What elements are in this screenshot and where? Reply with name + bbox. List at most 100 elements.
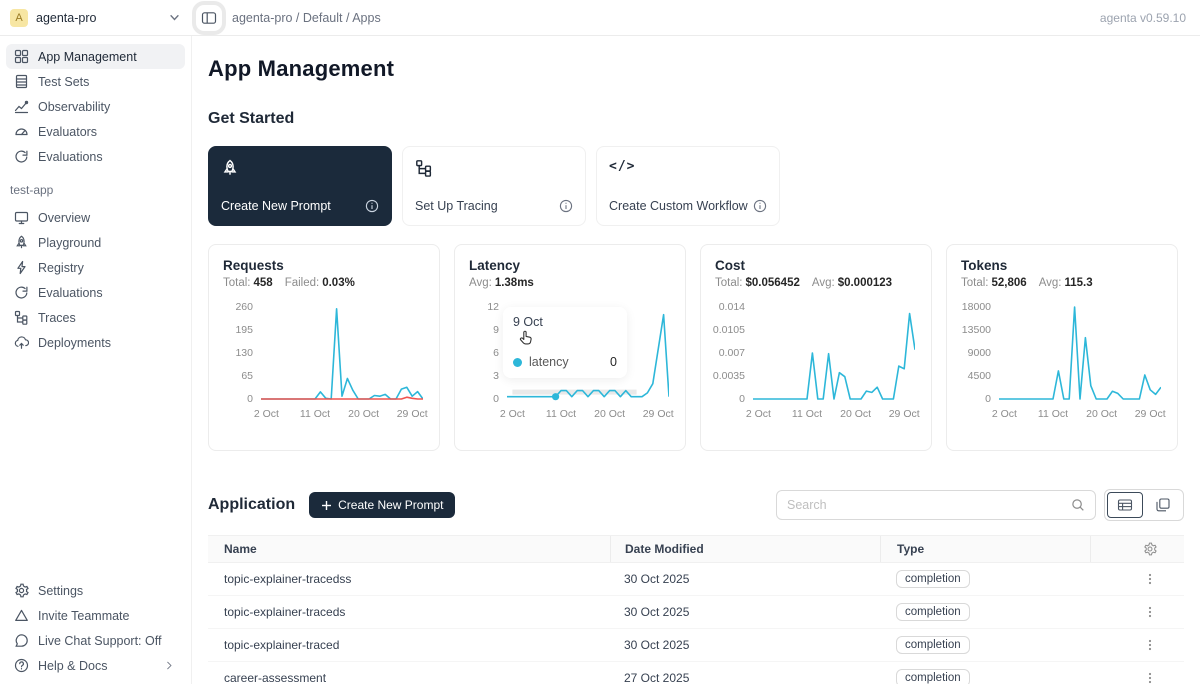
tree-icon [14, 310, 29, 325]
table-view-icon [1117, 497, 1133, 513]
sidebar: App ManagementTest SetsObservabilityEval… [0, 36, 192, 684]
chart-title: Latency [469, 258, 671, 273]
help-icon [14, 658, 29, 673]
sidebar-bottom-item-settings[interactable]: Settings [6, 578, 185, 603]
table-view-button[interactable] [1107, 492, 1143, 518]
chevron-right-icon [162, 658, 177, 673]
sidebar-item-evaluators[interactable]: Evaluators [6, 119, 185, 144]
sidebar-item-evaluations[interactable]: Evaluations [6, 144, 185, 169]
sidebar-app-item-traces[interactable]: Traces [6, 305, 185, 330]
testsets-icon [14, 74, 29, 89]
table-body: topic-explainer-tracedss30 Oct 2025compl… [208, 563, 1184, 684]
card-view-button[interactable] [1145, 492, 1181, 518]
sidebar-app-item-deployments[interactable]: Deployments [6, 330, 185, 355]
sidebar-bottom-item-help-docs[interactable]: Help & Docs [6, 653, 185, 678]
code-icon: </> [609, 159, 767, 174]
evals-icon [14, 149, 29, 164]
rocket-icon [221, 159, 239, 177]
sidebar-item-label: App Management [38, 50, 137, 64]
chart-stats: Avg:1.38ms [469, 277, 671, 289]
chart-title: Tokens [961, 258, 1163, 273]
sidebar-item-label: Invite Teammate [38, 609, 129, 623]
cell-name: topic-explainer-traceds [208, 605, 610, 619]
chart-plot-area[interactable] [753, 301, 915, 405]
get-started-card-create-new-prompt[interactable]: Create New Prompt [208, 146, 392, 226]
type-badge: completion [896, 603, 970, 621]
sidebar-item-test-sets[interactable]: Test Sets [6, 69, 185, 94]
triangle-icon [14, 608, 29, 623]
chart-card-cost: CostTotal:$0.056452Avg:$0.0001230.0140.0… [700, 244, 932, 451]
info-icon[interactable] [365, 199, 379, 213]
sidebar-item-label: Help & Docs [38, 659, 107, 673]
get-started-card-label: Create New Prompt [221, 199, 331, 213]
type-badge: completion [896, 669, 970, 684]
get-started-card-label: Set Up Tracing [415, 199, 498, 213]
table-row[interactable]: topic-explainer-traceds30 Oct 2025comple… [208, 596, 1184, 629]
chart-card-tokens: TokensTotal:52,806Avg:115.31800013500900… [946, 244, 1178, 451]
row-menu-kebab-icon[interactable] [1142, 604, 1158, 620]
table-row[interactable]: career-assessment27 Oct 2025completion [208, 662, 1184, 684]
type-badge: completion [896, 570, 970, 588]
chart-y-axis-labels: 0.0140.01050.0070.00350 [715, 301, 753, 405]
get-started-cards: Create New Prompt Set Up Tracing </>Create… [208, 146, 1184, 226]
column-header-name[interactable]: Name [208, 542, 610, 556]
get-started-card-create-custom-workflow[interactable]: </>Create Custom Workflow [596, 146, 780, 226]
legend-dot [513, 358, 522, 367]
column-header-type[interactable]: Type [880, 536, 1090, 562]
chart-y-axis-labels: 129630 [469, 301, 507, 405]
table-settings-gear-icon[interactable] [1142, 541, 1158, 557]
chevron-down-icon [167, 10, 182, 25]
sidebar-item-label: Settings [38, 584, 83, 598]
table-row[interactable]: topic-explainer-traced30 Oct 2025complet… [208, 629, 1184, 662]
info-icon[interactable] [753, 199, 767, 213]
sidebar-spacer [6, 355, 185, 578]
row-menu-kebab-icon[interactable] [1142, 670, 1158, 684]
chart-title: Requests [223, 258, 425, 273]
chart-stat: Total:458 [223, 277, 273, 289]
cursor-hand-icon [517, 329, 534, 346]
app-root: A agenta-pro agenta-pro / Default / Apps… [0, 0, 1200, 684]
main-content: App Management Get Started Create New Pr… [192, 36, 1200, 684]
sidebar-item-label: Evaluations [38, 286, 103, 300]
sidebar-item-label: Registry [38, 261, 84, 275]
gear-icon [14, 583, 29, 598]
sidebar-app-item-playground[interactable]: Playground [6, 230, 185, 255]
breadcrumb[interactable]: agenta-pro / Default / Apps [232, 11, 1100, 25]
search-box [776, 490, 1096, 520]
sidebar-bottom-item-invite-teammate[interactable]: Invite Teammate [6, 603, 185, 628]
search-input[interactable] [787, 498, 1071, 512]
plus-icon [321, 500, 332, 511]
page-title: App Management [208, 56, 1184, 82]
chart-x-axis-labels: 2 Oct11 Oct20 Oct29 Oct [261, 405, 423, 421]
get-started-card-set-up-tracing[interactable]: Set Up Tracing [402, 146, 586, 226]
sidebar-app-item-registry[interactable]: Registry [6, 255, 185, 280]
chart-stats: Total:458Failed:0.03% [223, 277, 425, 289]
search-icon[interactable] [1071, 498, 1085, 512]
create-new-prompt-button[interactable]: Create New Prompt [309, 492, 455, 518]
sidebar-bottom-item-live-chat-support-off[interactable]: Live Chat Support: Off [6, 628, 185, 653]
info-icon[interactable] [559, 199, 573, 213]
cell-type: completion [880, 563, 1090, 595]
row-menu-kebab-icon[interactable] [1142, 637, 1158, 653]
sidebar-item-label: Live Chat Support: Off [38, 634, 161, 648]
table-row[interactable]: topic-explainer-tracedss30 Oct 2025compl… [208, 563, 1184, 596]
sidebar-collapse-button[interactable] [196, 5, 222, 31]
row-menu-kebab-icon[interactable] [1142, 571, 1158, 587]
cell-type: completion [880, 596, 1090, 628]
workspace-selector[interactable]: A agenta-pro [0, 0, 192, 36]
gauge-icon [14, 124, 29, 139]
chart-stat: Total:$0.056452 [715, 277, 800, 289]
cell-type: completion [880, 662, 1090, 684]
column-header-date[interactable]: Date Modified [610, 536, 880, 562]
chart-plot-area[interactable] [999, 301, 1161, 405]
sidebar-item-app-management[interactable]: App Management [6, 44, 185, 69]
chart-y-axis-labels: 260195130650 [223, 301, 261, 405]
cell-type: completion [880, 629, 1090, 661]
sidebar-app-item-overview[interactable]: Overview [6, 205, 185, 230]
application-header: Application Create New Prompt [208, 489, 1184, 521]
sidebar-item-observability[interactable]: Observability [6, 94, 185, 119]
chart-x-axis-labels: 2 Oct11 Oct20 Oct29 Oct [507, 405, 669, 421]
topbar: agenta-pro / Default / Apps agenta v0.59… [192, 0, 1200, 36]
sidebar-app-item-evaluations[interactable]: Evaluations [6, 280, 185, 305]
chart-plot-area[interactable] [261, 301, 423, 405]
